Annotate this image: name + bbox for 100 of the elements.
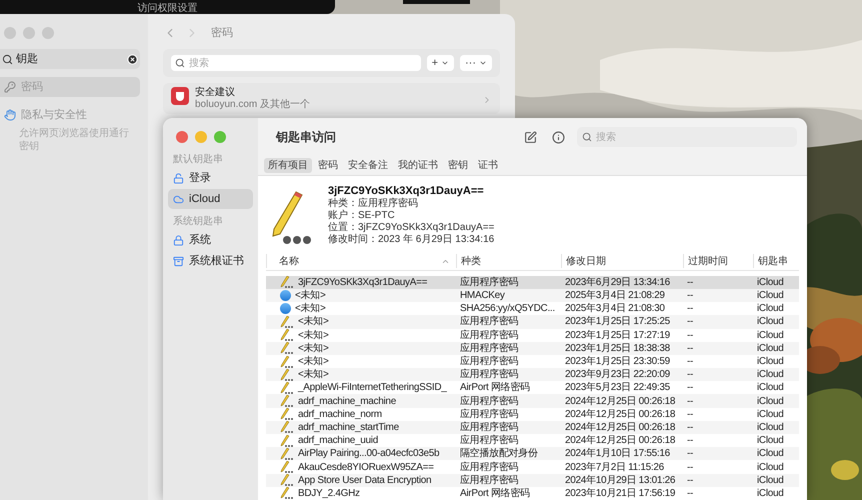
table-cell: adrf_machine_startTime <box>298 420 399 434</box>
table-cell: iCloud <box>757 276 784 289</box>
sidebar-item[interactable]: 登录 <box>168 168 253 188</box>
caret-icon <box>479 59 487 67</box>
table-row[interactable]: adrf_machine_norm 应用程序密码 2024年12月25日 00:26:18 -- iCloud <box>266 408 799 421</box>
table-row[interactable]: adrf_machine_startTime 应用程序密码 2024年12月25日 00:26:18 -- iCloud <box>266 420 799 434</box>
table-cell: 隔空播放配对身份 <box>460 447 538 460</box>
section-heading: 系统钥匙串 <box>172 215 224 229</box>
table-row[interactable]: <未知> 应用程序密码 2023年9月23日 22:20:09 -- iCloud <box>266 368 799 382</box>
table-cell: iCloud <box>757 328 784 342</box>
table-cell: AirPlay Pairing...00-a04ecfc03e5b <box>298 447 440 460</box>
column-header[interactable]: 过期时间 <box>683 254 753 268</box>
table-row[interactable]: <未知> SHA256:yy/xQ5YDC... 2025年3月4日 21:08:30 -- iCloud <box>266 302 799 316</box>
sidebar-item[interactable]: iCloud <box>168 189 253 209</box>
search-icon <box>175 58 185 68</box>
table-cell: 2023年1月25日 17:25:25 <box>565 315 670 328</box>
pencil-dots-icon <box>280 448 294 460</box>
table-cell: iCloud <box>757 342 784 355</box>
table-cell: 应用程序密码 <box>460 474 518 487</box>
window-control-icon[interactable] <box>4 27 16 39</box>
table-row[interactable]: _AppleWi-FiInternetTetheringSSID_ AirPort 网络密码 2023年5月23日 22:49:35 -- iCloud <box>266 381 799 394</box>
column-header[interactable]: 名称 <box>266 254 456 268</box>
table-row[interactable]: BDJY_2.4GHz AirPort 网络密码 2023年10月21日 17:56:19 -- iCloud <box>266 486 799 500</box>
card-title: 安全建议 <box>195 87 236 99</box>
filter-tab[interactable]: 密码 <box>314 158 342 174</box>
window-control-icon[interactable] <box>23 27 35 39</box>
table-row[interactable]: 3jFZC9YoSKk3Xq3r1DauyA== 应用程序密码 2023年6月29日 13:34:16 -- iCloud <box>266 276 799 289</box>
table-cell: -- <box>687 289 694 302</box>
globe-icon <box>280 290 291 302</box>
filter-tab[interactable]: 证书 <box>474 158 502 174</box>
table-cell: AirPort 网络密码 <box>460 486 530 500</box>
table-cell: iCloud <box>757 302 784 316</box>
key-icon <box>4 81 16 93</box>
security-card[interactable]: 安全建议 boluoyun.com 及其他一个 <box>163 83 500 114</box>
table-cell: HMACKey <box>460 289 505 302</box>
table-cell: -- <box>687 486 694 500</box>
table-cell: iCloud <box>757 434 784 448</box>
sidebar-item[interactable]: 系统 <box>168 230 253 250</box>
dark-strip <box>403 0 470 4</box>
table-row[interactable]: adrf_machine_machine 应用程序密码 2024年12月25日 00:26:18 -- iCloud <box>266 394 799 408</box>
pencil-dots-icon <box>280 342 294 354</box>
table-cell: -- <box>687 447 694 460</box>
info-icon[interactable] <box>552 130 565 144</box>
clear-icon[interactable] <box>127 54 138 64</box>
table-cell: iCloud <box>757 289 784 302</box>
filter-tab[interactable]: 密钥 <box>444 158 472 174</box>
table-cell: -- <box>687 315 694 328</box>
table-cell: iCloud <box>757 315 784 328</box>
table-cell: -- <box>687 276 694 289</box>
table-cell: iCloud <box>757 460 784 474</box>
table-row[interactable]: AkauCesde8YIORuexW95ZA== 应用程序密码 2023年7月2日 11:15:26 -- iCloud <box>266 460 799 474</box>
filter-tab[interactable]: 安全备注 <box>344 158 392 174</box>
cabinet-icon <box>173 256 184 266</box>
table-cell: 应用程序密码 <box>460 342 518 355</box>
column-header[interactable]: 钥匙串 <box>753 254 799 268</box>
table-cell: 2023年6月29日 13:34:16 <box>565 276 670 289</box>
dropdown-button[interactable]: + <box>426 55 454 71</box>
table-cell: adrf_machine_uuid <box>298 434 378 448</box>
table-cell: 2023年1月25日 18:38:38 <box>565 342 670 355</box>
table-cell: adrf_machine_machine <box>298 394 396 408</box>
window-control-icon[interactable] <box>195 131 207 143</box>
table-cell: 2024年12月25日 00:26:18 <box>565 434 676 448</box>
search-field[interactable]: 钥匙 <box>0 49 140 69</box>
table-row[interactable]: <未知> 应用程序密码 2023年1月25日 18:38:38 -- iCloud <box>266 342 799 355</box>
table-row[interactable]: <未知> 应用程序密码 2023年1月25日 23:30:59 -- iCloud <box>266 354 799 368</box>
table-cell: -- <box>687 474 694 487</box>
table-cell: <未知> <box>298 315 328 328</box>
table-row[interactable]: <未知> 应用程序密码 2023年1月25日 17:25:25 -- iCloud <box>266 315 799 329</box>
table-cell: 应用程序密码 <box>460 420 518 434</box>
table-cell: -- <box>687 342 694 355</box>
table-cell: 应用程序密码 <box>460 460 518 474</box>
pencil-dots-icon <box>280 316 294 328</box>
filter-tab[interactable]: 我的证书 <box>394 158 442 174</box>
column-header[interactable]: 种类 <box>456 254 561 268</box>
window-control-icon[interactable] <box>214 131 226 143</box>
pencil-dots-icon <box>280 395 294 408</box>
filter-tab[interactable]: 所有项目 <box>264 158 312 174</box>
table-cell: iCloud <box>757 420 784 434</box>
table-row[interactable]: AirPlay Pairing...00-a04ecfc03e5b 隔空播放配对身份 2024年1月10日 17:55:16 -- iCloud <box>266 447 799 460</box>
table-cell: iCloud <box>757 474 784 487</box>
dropdown-button[interactable]: ··· <box>460 55 492 71</box>
table-cell: -- <box>687 434 694 448</box>
window-control-icon[interactable] <box>42 27 54 39</box>
sidebar-item[interactable]: 系统根证书 <box>168 251 253 271</box>
compose-icon[interactable] <box>524 130 537 144</box>
search-placeholder: 搜索 <box>189 56 209 70</box>
pencil-dots-icon <box>280 474 294 486</box>
table-row[interactable]: <未知> 应用程序密码 2023年1月25日 17:27:19 -- iCloud <box>266 328 799 342</box>
table-cell: 2024年12月25日 00:26:18 <box>565 394 676 408</box>
table-row[interactable]: adrf_machine_uuid 应用程序密码 2024年12月25日 00:26:18 -- iCloud <box>266 434 799 448</box>
table-row[interactable]: App Store User Data Encryption 应用程序密码 2024年10月29日 13:01:26 -- iCloud <box>266 474 799 487</box>
section-heading: 默认钥匙串 <box>172 153 224 167</box>
table-cell: 2023年1月25日 17:27:19 <box>565 328 670 342</box>
table-cell: <未知> <box>298 355 328 368</box>
column-header[interactable]: 修改日期 <box>561 254 683 268</box>
search-icon <box>2 54 13 64</box>
table-cell: App Store User Data Encryption <box>298 474 432 487</box>
window-control-icon[interactable] <box>176 131 188 143</box>
table-cell: adrf_machine_norm <box>298 408 382 421</box>
table-row[interactable]: <未知> HMACKey 2025年3月4日 21:08:29 -- iCloud <box>266 288 799 302</box>
